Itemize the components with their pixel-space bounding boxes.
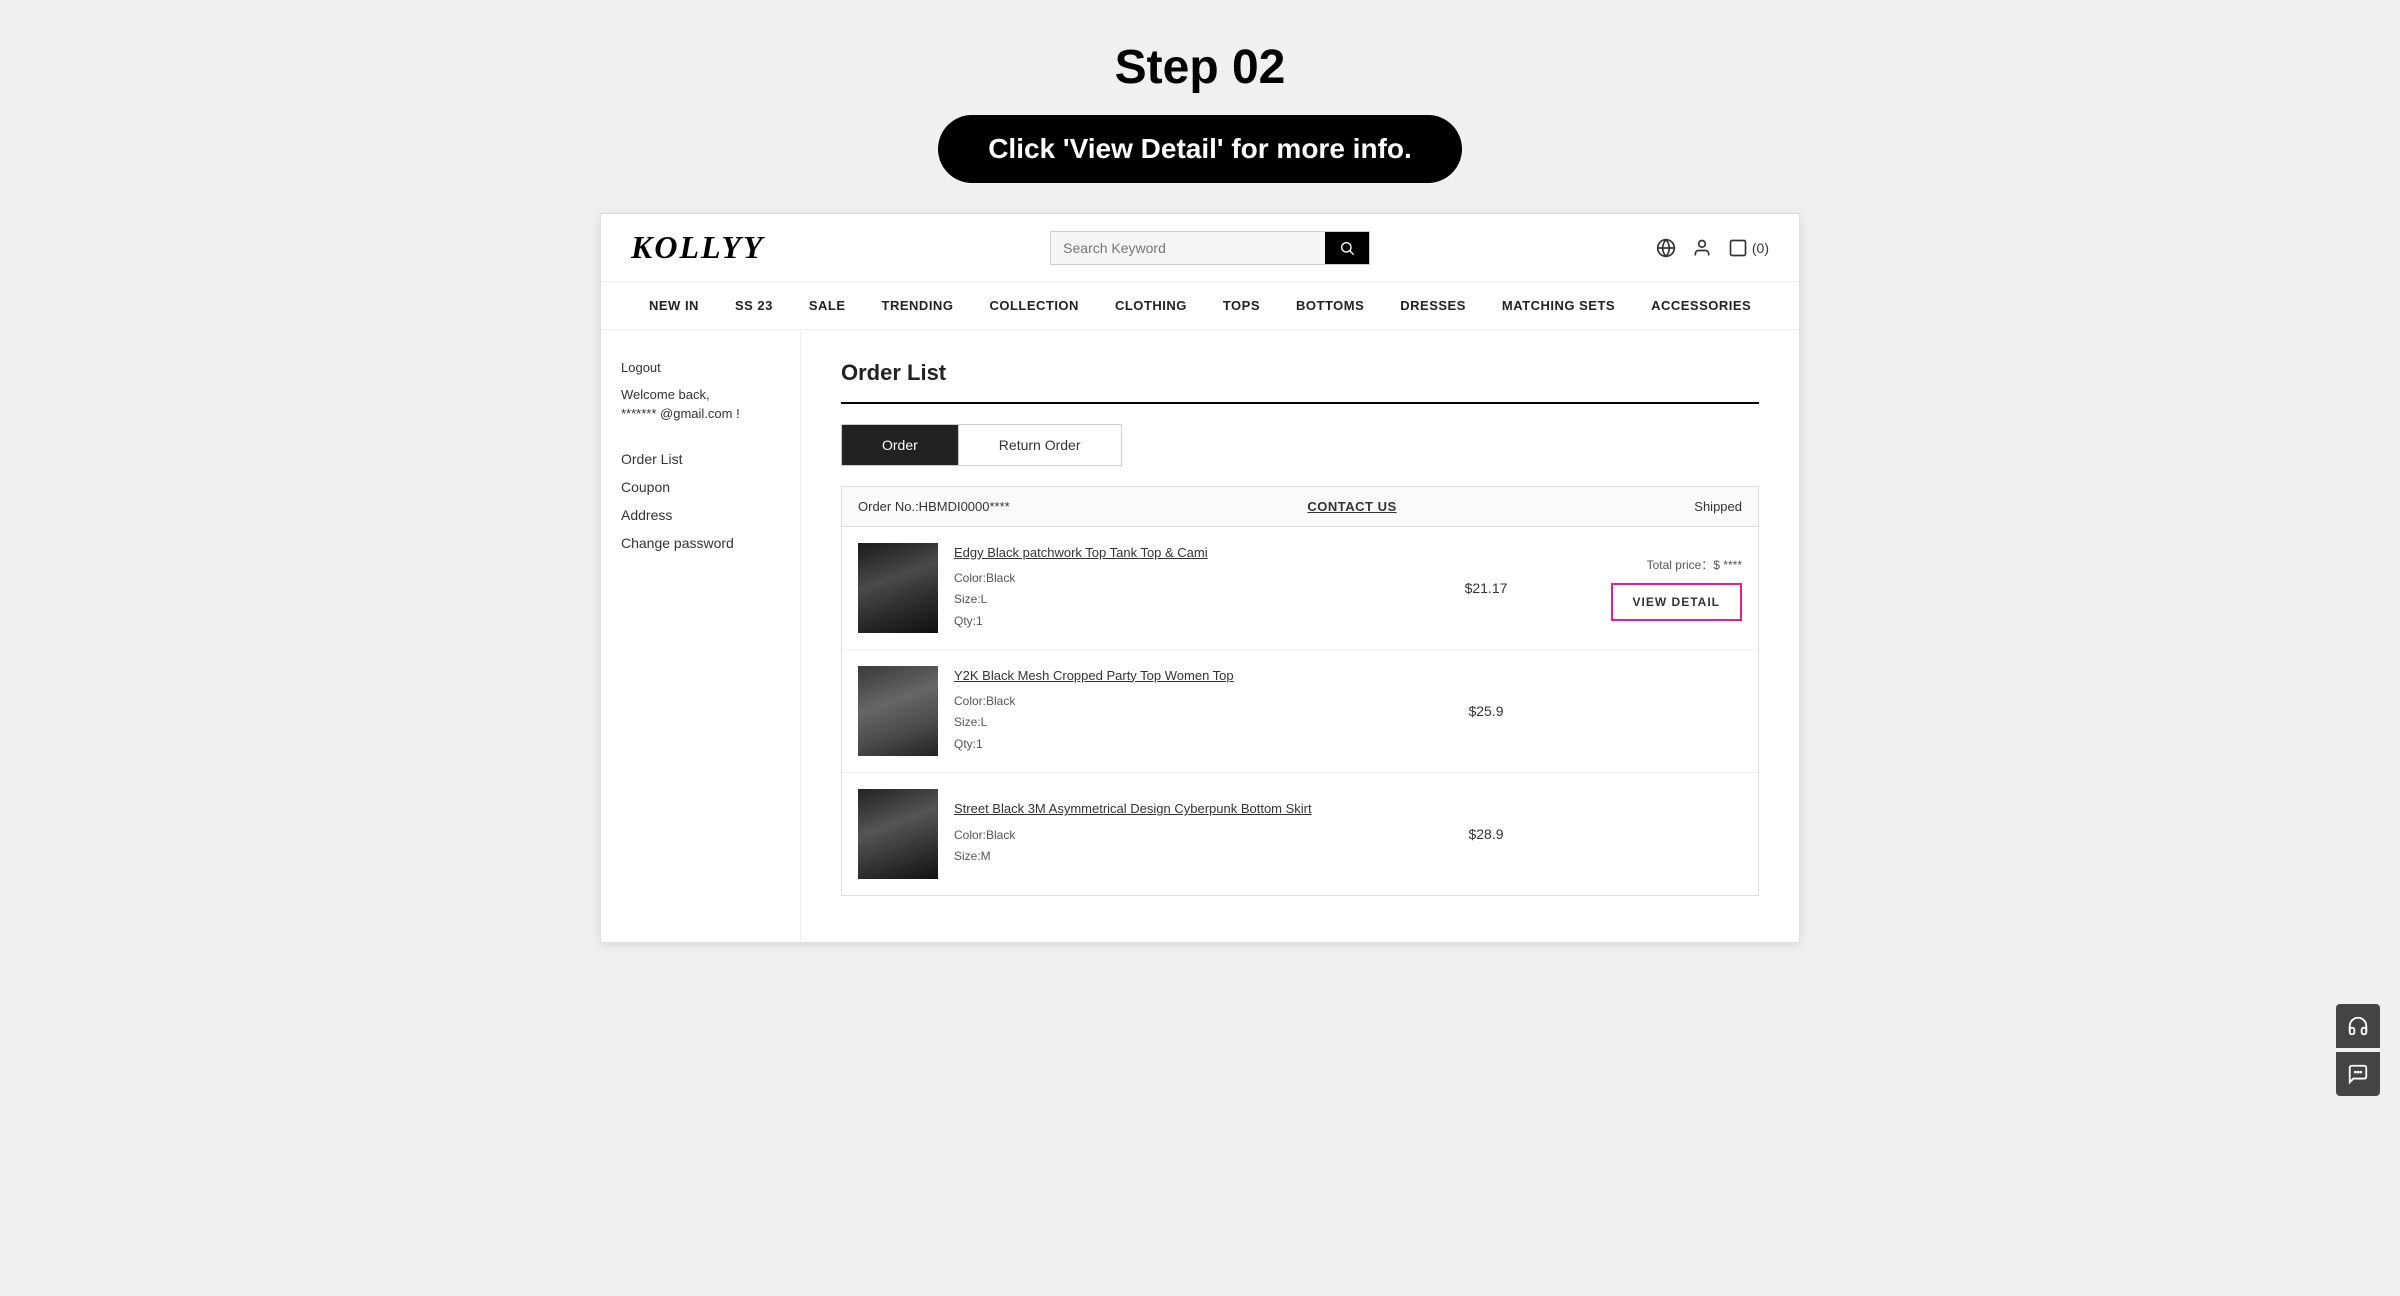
order-item-3: Street Black 3M Asymmetrical Design Cybe… (842, 773, 1758, 895)
nav-item-dresses[interactable]: DRESSES (1382, 282, 1484, 329)
nav-item-accessories[interactable]: ACCESSORIES (1633, 282, 1769, 329)
view-detail-button[interactable]: VIEW DETAIL (1611, 583, 1742, 621)
item-qty-1: Qty:1 (954, 611, 1430, 633)
globe-icon (1656, 238, 1676, 258)
item-details-3: Street Black 3M Asymmetrical Design Cybe… (954, 800, 1430, 867)
order-card: Order No.:HBMDI0000**** CONTACT US Shipp… (841, 486, 1759, 896)
total-price-text: Total price：$ **** (1647, 556, 1742, 573)
item-name-2[interactable]: Y2K Black Mesh Cropped Party Top Women T… (954, 667, 1430, 685)
title-divider (841, 402, 1759, 404)
tab-return-order[interactable]: Return Order (959, 425, 1121, 465)
order-status: Shipped (1694, 499, 1742, 514)
cart-button[interactable]: (0) (1728, 238, 1769, 258)
site-nav: NEW IN SS 23 SALE TRENDING COLLECTION CL… (601, 282, 1799, 330)
item-image-2 (858, 666, 938, 756)
instruction-pill: Click 'View Detail' for more info. (938, 115, 1462, 183)
nav-item-ss23[interactable]: SS 23 (717, 282, 791, 329)
item-size-1: Size:L (954, 589, 1430, 611)
search-area (784, 231, 1635, 265)
nav-item-clothing[interactable]: CLOTHING (1097, 282, 1205, 329)
item-name-3[interactable]: Street Black 3M Asymmetrical Design Cybe… (954, 800, 1430, 818)
nav-item-matching-sets[interactable]: MATCHING SETS (1484, 282, 1633, 329)
sidebar: Logout Welcome back, ******* @gmail.com … (601, 330, 801, 942)
nav-list: NEW IN SS 23 SALE TRENDING COLLECTION CL… (631, 282, 1769, 329)
item-color-3: Color:Black (954, 825, 1430, 847)
main-content: Logout Welcome back, ******* @gmail.com … (601, 330, 1799, 942)
order-item-2: Y2K Black Mesh Cropped Party Top Women T… (842, 650, 1758, 773)
headset-button[interactable] (2336, 1004, 2380, 1048)
site-container: KOLLYY (600, 213, 1800, 943)
nav-item-new-in[interactable]: NEW IN (631, 282, 717, 329)
user-icon (1692, 238, 1712, 258)
floating-buttons (2336, 1004, 2380, 1096)
order-area: Order List Order Return Order Order No.:… (801, 330, 1799, 942)
site-header: KOLLYY (601, 214, 1799, 282)
nav-item-tops[interactable]: TOPS (1205, 282, 1278, 329)
sidebar-email: ******* @gmail.com ! (621, 406, 780, 421)
item-image-placeholder-1 (858, 543, 938, 633)
logo-area: KOLLYY (631, 229, 764, 266)
item-actions-1: Total price：$ **** VIEW DETAIL (1542, 556, 1742, 621)
sidebar-item-address[interactable]: Address (621, 501, 780, 529)
tab-order[interactable]: Order (842, 425, 958, 465)
item-image-1 (858, 543, 938, 633)
sidebar-item-change-password[interactable]: Change password (621, 529, 780, 557)
cart-count: (0) (1752, 240, 1769, 256)
item-color-1: Color:Black (954, 568, 1430, 590)
language-button[interactable] (1656, 238, 1676, 258)
item-price-3: $28.9 (1446, 826, 1526, 842)
search-icon (1339, 240, 1355, 256)
search-wrapper (1050, 231, 1370, 265)
sidebar-logout-link[interactable]: Logout (621, 360, 780, 375)
nav-item-collection[interactable]: COLLECTION (971, 282, 1097, 329)
contact-us-link[interactable]: CONTACT US (1307, 499, 1396, 514)
chat-button[interactable] (2336, 1052, 2380, 1096)
sidebar-item-order-list[interactable]: Order List (621, 445, 780, 473)
step-title: Step 02 (20, 40, 2380, 95)
sidebar-item-coupon[interactable]: Coupon (621, 473, 780, 501)
order-tabs: Order Return Order (841, 424, 1122, 466)
instruction-area: Step 02 Click 'View Detail' for more inf… (0, 0, 2400, 213)
nav-item-sale[interactable]: SALE (791, 282, 864, 329)
nav-item-trending[interactable]: TRENDING (864, 282, 972, 329)
search-input[interactable] (1051, 232, 1325, 264)
item-size-3: Size:M (954, 846, 1430, 868)
page-title: Order List (841, 360, 1759, 386)
search-button[interactable] (1325, 232, 1369, 264)
order-card-header: Order No.:HBMDI0000**** CONTACT US Shipp… (842, 487, 1758, 527)
headset-icon (2347, 1015, 2369, 1037)
order-number: Order No.:HBMDI0000**** (858, 499, 1010, 514)
item-image-placeholder-2 (858, 666, 938, 756)
item-size-2: Size:L (954, 712, 1430, 734)
nav-item-bottoms[interactable]: BOTTOMS (1278, 282, 1382, 329)
item-image-3 (858, 789, 938, 879)
header-icons: (0) (1656, 238, 1769, 258)
item-color-2: Color:Black (954, 691, 1430, 713)
user-button[interactable] (1692, 238, 1712, 258)
cart-icon (1728, 238, 1748, 258)
order-item: Edgy Black patchwork Top Tank Top & Cami… (842, 527, 1758, 650)
item-details-2: Y2K Black Mesh Cropped Party Top Women T… (954, 667, 1430, 756)
item-qty-2: Qty:1 (954, 734, 1430, 756)
item-name-1[interactable]: Edgy Black patchwork Top Tank Top & Cami (954, 544, 1430, 562)
item-price-2: $25.9 (1446, 703, 1526, 719)
chat-icon (2347, 1063, 2369, 1085)
sidebar-welcome-text: Welcome back, (621, 387, 780, 402)
item-image-placeholder-3 (858, 789, 938, 879)
item-details-1: Edgy Black patchwork Top Tank Top & Cami… (954, 544, 1430, 633)
item-price-1: $21.17 (1446, 580, 1526, 596)
site-logo[interactable]: KOLLYY (631, 229, 764, 265)
